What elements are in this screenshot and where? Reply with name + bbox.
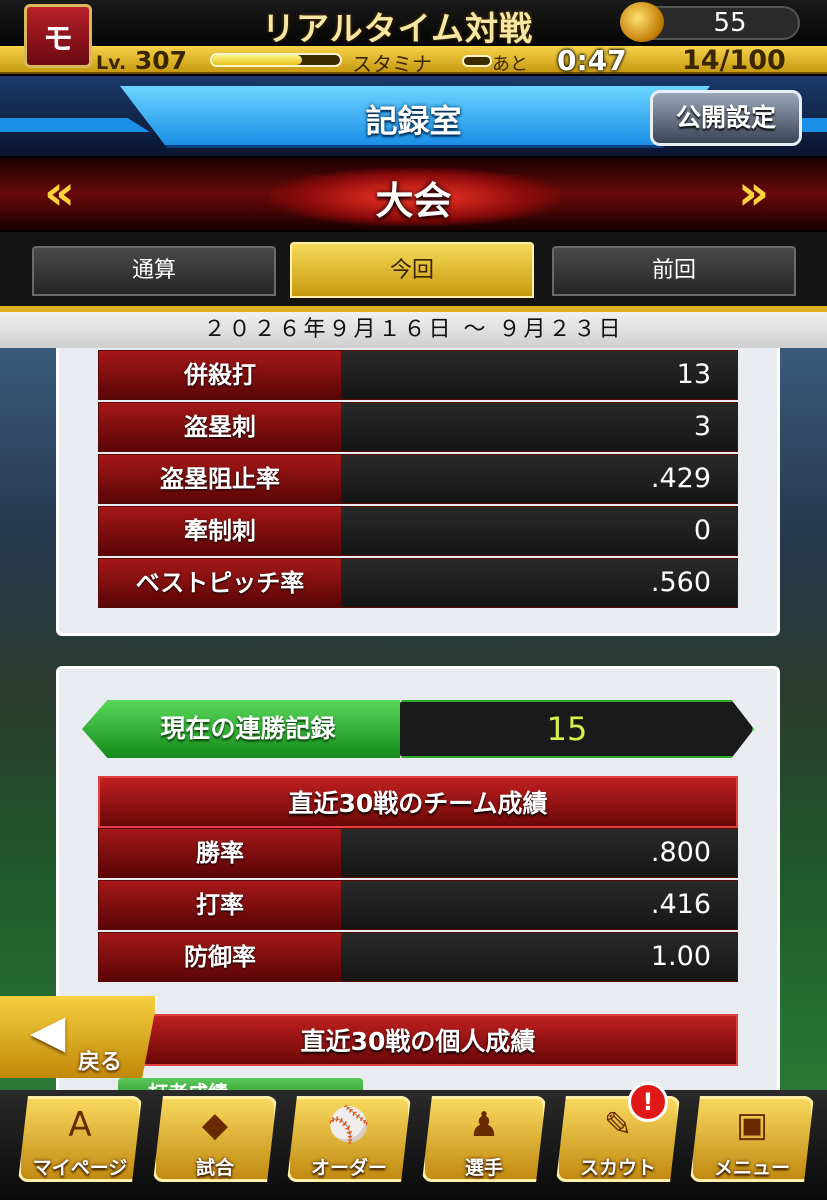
stat-value: 1.00	[341, 933, 737, 981]
nav-game[interactable]: ◆ 試合	[153, 1096, 277, 1182]
nav-label: 選手	[464, 1157, 503, 1179]
xp-fill	[212, 55, 302, 65]
notification-badge: !	[628, 1082, 668, 1122]
stat-row: ベストピッチ率 .560	[98, 558, 738, 608]
stamina-timer: 0:47	[557, 44, 627, 77]
level-prefix: Lv.	[96, 52, 127, 74]
player-icon: ♟	[468, 1105, 500, 1145]
mode-title: リアルタイム対戦	[262, 9, 534, 48]
stat-label: 牽制刺	[99, 507, 341, 555]
stat-row: 打率 .416	[98, 880, 738, 930]
nav-label: マイページ	[32, 1157, 128, 1179]
nav-players[interactable]: ♟ 選手	[422, 1096, 546, 1182]
personal-stats-heading: 直近30戦の個人成績	[98, 1014, 738, 1066]
back-label: 戻る	[78, 1050, 123, 1075]
stat-label: 併殺打	[99, 351, 341, 399]
nav-label: 試合	[195, 1157, 234, 1179]
level-display: Lv. 307	[96, 46, 188, 75]
next-category-arrow-icon[interactable]: »	[738, 165, 769, 221]
stat-label: 防御率	[99, 933, 341, 981]
stamina-label: スタミナ	[352, 52, 432, 76]
stadium-icon: ◆	[201, 1105, 229, 1145]
xp-bar	[210, 53, 342, 67]
stat-value: 0	[341, 507, 737, 555]
stat-value: .560	[341, 559, 737, 607]
stat-value: .800	[341, 829, 737, 877]
stat-label: 盗塁阻止率	[99, 455, 341, 503]
team-stats-heading: 直近30戦のチーム成績	[98, 776, 738, 828]
tab-total[interactable]: 通算	[32, 246, 276, 296]
nav-mypage[interactable]: A マイページ	[18, 1096, 142, 1182]
stat-value: 3	[341, 403, 737, 451]
stamina-value: 14/100	[682, 45, 786, 76]
streak-label: 現在の連勝記録	[82, 700, 400, 758]
stat-value: .416	[341, 881, 737, 929]
field-icon: ⚾	[327, 1105, 371, 1145]
nav-order[interactable]: ⚾ オーダー	[287, 1096, 411, 1182]
tab-current[interactable]: 今回	[290, 242, 534, 298]
mypage-icon: A	[68, 1105, 92, 1145]
stat-row: 併殺打 13	[98, 350, 738, 400]
public-settings-button[interactable]: 公開設定	[650, 90, 802, 146]
level-value: 307	[134, 46, 188, 75]
banner-title: 大会	[375, 179, 452, 223]
stat-row: 牽制刺 0	[98, 506, 738, 556]
streak-value: 15	[546, 710, 588, 748]
menu-icon: ▣	[735, 1105, 769, 1145]
stat-label: 打率	[99, 881, 341, 929]
previous-category-arrow-icon[interactable]: «	[44, 165, 75, 221]
stamina-bar	[462, 55, 492, 67]
stat-label: ベストピッチ率	[99, 559, 341, 607]
stat-row: 盗塁刺 3	[98, 402, 738, 452]
date-range: ２０２６年９月１６日 〜 ９月２３日	[0, 312, 827, 348]
stat-value: .429	[341, 455, 737, 503]
nav-label: メニュー	[713, 1157, 790, 1179]
stat-row: 勝率 .800	[98, 828, 738, 878]
nav-label: オーダー	[310, 1157, 387, 1179]
coin-icon	[620, 2, 664, 42]
nav-menu[interactable]: ▣ メニュー	[690, 1096, 814, 1182]
stat-value: 13	[341, 351, 737, 399]
time-label: あと	[492, 54, 528, 75]
back-arrow-icon: ◀	[30, 1004, 66, 1058]
tab-previous[interactable]: 前回	[552, 246, 796, 296]
stat-row: 防御率 1.00	[98, 932, 738, 982]
team-logo[interactable]: モ	[24, 4, 92, 68]
stat-label: 勝率	[99, 829, 341, 877]
stat-row: 盗塁阻止率 .429	[98, 454, 738, 504]
coin-value: 55	[713, 8, 747, 38]
nav-label: スカウト	[579, 1157, 656, 1179]
stat-label: 盗塁刺	[99, 403, 341, 451]
